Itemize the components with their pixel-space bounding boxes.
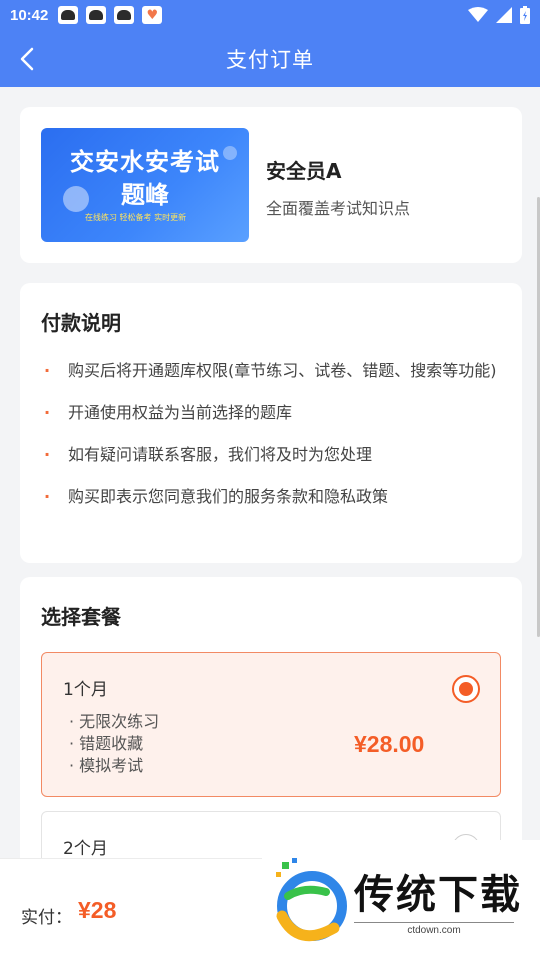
status-bar: 10:42 ♥ — [0, 0, 540, 30]
list-item: 购买后将开通题库权限(章节练习、试卷、错题、搜索等功能) — [41, 356, 501, 385]
notification-app-icon — [86, 6, 107, 24]
plan-feature: 错题收藏 — [69, 733, 159, 755]
payment-notes-title: 付款说明 — [41, 311, 121, 335]
payment-notes-card: 付款说明 购买后将开通题库权限(章节练习、试卷、错题、搜索等功能) 开通使用权益… — [20, 283, 522, 563]
plan-option-1-month[interactable]: 1个月 无限次练习 错题收藏 模拟考试 ¥28.00 — [41, 652, 501, 797]
product-card: 交安水安考试 题峰 在线练习 轻松备考 实时更新 安全员A 全面覆盖考试知识点 — [20, 107, 522, 263]
plan-feature: 模拟考试 — [69, 755, 159, 777]
total-label: 实付： — [21, 908, 72, 928]
page-content: 交安水安考试 题峰 在线练习 轻松备考 实时更新 安全员A 全面覆盖考试知识点 … — [0, 87, 540, 960]
payment-notes-list: 购买后将开通题库权限(章节练习、试卷、错题、搜索等功能) 开通使用权益为当前选择… — [41, 356, 501, 524]
back-button[interactable] — [12, 44, 42, 74]
watermark-logo-icon — [276, 858, 347, 942]
product-name: 安全员A — [266, 159, 342, 183]
notification-app-icon — [58, 6, 79, 24]
list-item: 购买即表示您同意我们的服务条款和隐私政策 — [41, 482, 501, 511]
status-time: 10:42 — [10, 6, 49, 24]
total-amount: ¥28 — [78, 897, 117, 923]
product-banner: 交安水安考试 题峰 在线练习 轻松备考 实时更新 — [41, 128, 249, 242]
radio-dot-icon — [459, 682, 473, 696]
heart-app-icon: ♥ — [142, 6, 163, 24]
banner-subtitle: 题峰 — [121, 181, 169, 209]
plan-selection-title: 选择套餐 — [41, 605, 121, 629]
battery-icon — [520, 6, 530, 24]
list-item: 开通使用权益为当前选择的题库 — [41, 398, 501, 427]
product-description: 全面覆盖考试知识点 — [266, 199, 411, 218]
plan-name: 2个月 — [63, 839, 108, 859]
plan-selection-card: 选择套餐 1个月 无限次练习 错题收藏 模拟考试 ¥28.00 2个月 — [20, 577, 522, 881]
plan-features: 无限次练习 错题收藏 模拟考试 — [69, 711, 159, 777]
plan-price: ¥28.00 — [354, 731, 425, 757]
app-bar: 支付订单 — [0, 30, 540, 87]
plan-radio-selected[interactable] — [452, 675, 480, 703]
banner-title: 交安水安考试 — [70, 148, 220, 176]
signal-icon — [496, 7, 512, 23]
wifi-icon — [468, 7, 488, 22]
watermark-url: ctdown.com — [354, 922, 514, 936]
watermark: 传统下载 ctdown.com — [262, 840, 540, 960]
page-title: 支付订单 — [226, 47, 314, 72]
banner-tagline: 在线练习 轻松备考 实时更新 — [85, 213, 187, 222]
plan-name: 1个月 — [63, 680, 108, 700]
watermark-text: 传统下载 — [354, 872, 522, 918]
chevron-left-icon — [20, 47, 34, 71]
list-item: 如有疑问请联系客服，我们将及时为您处理 — [41, 440, 501, 469]
notification-app-icon — [114, 6, 135, 24]
plan-feature: 无限次练习 — [69, 711, 159, 733]
